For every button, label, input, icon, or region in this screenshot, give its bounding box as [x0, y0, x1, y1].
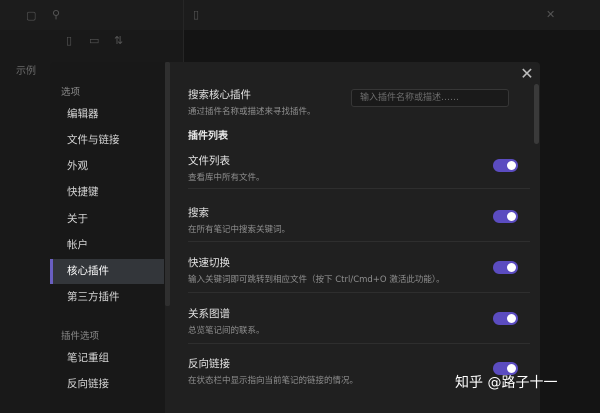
plugin-list-heading: 插件列表 [188, 131, 228, 142]
search-toggle[interactable] [493, 210, 518, 223]
sidebar-item-community-plugins[interactable]: 第三方插件 [50, 285, 164, 310]
sidebar-item-files-links[interactable]: 文件与链接 [50, 128, 164, 153]
plugin-row: 文件列表 查看库中所有文件。 [188, 153, 528, 183]
watermark: 知乎 @路子十一 [455, 375, 558, 391]
app-title-bar [0, 0, 600, 30]
new-folder-icon[interactable]: ▭ [89, 35, 99, 46]
options-header: 选项 [61, 87, 81, 98]
vault-folder-label[interactable]: 示例 [16, 62, 36, 77]
plugin-row: 关系图谱 总览笔记间的联系。 [188, 306, 528, 336]
toggle-knob [507, 161, 516, 170]
sidebar-item-account[interactable]: 帐户 [50, 233, 164, 258]
file-icon[interactable]: ▯ [193, 9, 199, 20]
quick-switcher-toggle[interactable] [493, 261, 518, 274]
content-scrollbar[interactable] [534, 84, 539, 144]
sort-icon[interactable]: ⇅ [114, 35, 123, 46]
plugin-name: 反向链接 [188, 358, 230, 370]
toggle-knob [507, 263, 516, 272]
sidebar-scrollbar[interactable] [165, 62, 170, 306]
settings-sidebar: 选项 编辑器 文件与链接 外观 快捷键 关于 帐户 核心插件 第三方插件 插件选… [50, 62, 165, 413]
row-divider [188, 188, 530, 189]
row-divider [188, 343, 530, 344]
plugin-name: 文件列表 [188, 155, 230, 167]
toggle-knob [507, 314, 516, 323]
sidebar-item-hotkeys[interactable]: 快捷键 [50, 180, 164, 205]
settings-modal: 选项 编辑器 文件与链接 外观 快捷键 关于 帐户 核心插件 第三方插件 插件选… [50, 62, 540, 413]
sidebar-item-editor[interactable]: 编辑器 [50, 102, 164, 127]
new-note-icon[interactable]: ▯ [66, 35, 72, 46]
plugin-row: 搜索 在所有笔记中搜索关键词。 [188, 205, 528, 235]
row-divider [188, 241, 530, 242]
plugin-description: 查看库中所有文件。 [188, 173, 265, 183]
plugin-description: 总览笔记间的联系。 [188, 326, 265, 336]
graph-view-toggle[interactable] [493, 312, 518, 325]
plugin-description: 输入关键词即可跳转到相应文件（按下 Ctrl/Cmd+O 激活此功能）。 [188, 275, 445, 285]
plugin-row: 快速切换 输入关键词即可跳转到相应文件（按下 Ctrl/Cmd+O 激活此功能）… [188, 255, 528, 285]
plugin-name: 快速切换 [188, 257, 230, 269]
toggle-knob [507, 212, 516, 221]
sidebar-item-core-plugins[interactable]: 核心插件 [50, 259, 164, 284]
plugin-name: 搜索 [188, 207, 209, 219]
settings-content: 搜索核心插件 通过插件名称或描述来寻找插件。 插件列表 文件列表 查看库中所有文… [176, 62, 532, 413]
sidebar-item-about[interactable]: 关于 [50, 207, 164, 232]
file-explorer-toggle[interactable] [493, 159, 518, 172]
plugin-search-input[interactable] [351, 89, 509, 107]
plugin-options-header: 插件选项 [61, 331, 100, 342]
close-tab-icon[interactable]: ✕ [546, 9, 555, 20]
sidebar-item-note-composer[interactable]: 笔记重组 [50, 346, 164, 371]
folder-icon[interactable]: ▢ [26, 10, 36, 21]
sidebar-item-backlinks[interactable]: 反向链接 [50, 372, 164, 397]
plugin-name: 关系图谱 [188, 308, 230, 320]
sidebar-item-appearance[interactable]: 外观 [50, 154, 164, 179]
row-divider [188, 292, 530, 293]
search-icon[interactable]: ⚲ [52, 9, 60, 20]
plugin-description: 在所有笔记中搜索关键词。 [188, 225, 291, 235]
